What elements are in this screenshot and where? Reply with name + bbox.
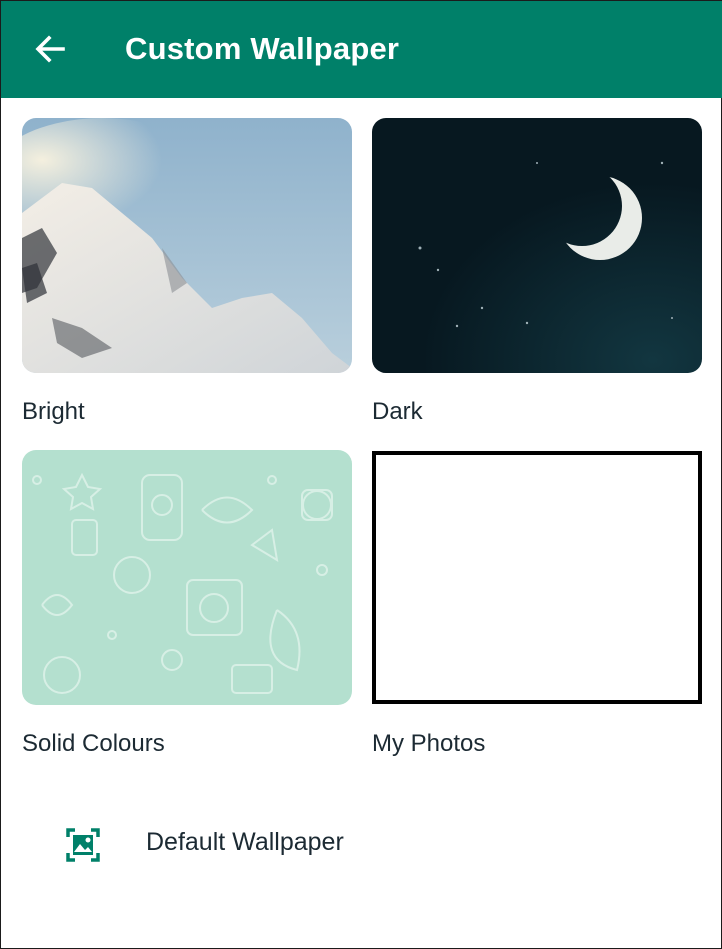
dark-wallpaper-thumbnail bbox=[372, 118, 702, 373]
screen-frame: Custom Wallpaper Bright Dark Solid Colou… bbox=[0, 0, 722, 949]
solid-colours-pattern-thumbnail bbox=[22, 450, 352, 705]
default-wallpaper-label: Default Wallpaper bbox=[146, 828, 344, 856]
bright-wallpaper-thumbnail bbox=[22, 118, 352, 373]
wallpaper-tile-solid-colours[interactable] bbox=[22, 450, 352, 705]
label-solid-colours: Solid Colours bbox=[22, 730, 165, 757]
page-title: Custom Wallpaper bbox=[125, 31, 400, 66]
label-bright: Bright bbox=[22, 398, 85, 425]
label-my-photos: My Photos bbox=[372, 730, 486, 757]
default-wallpaper-row[interactable]: Default Wallpaper bbox=[1, 801, 722, 889]
wallpaper-tile-bright[interactable] bbox=[22, 118, 352, 373]
arrow-left-icon bbox=[35, 35, 65, 63]
label-dark: Dark bbox=[372, 398, 423, 425]
back-button[interactable] bbox=[29, 29, 69, 69]
wallpaper-tile-my-photos[interactable] bbox=[372, 451, 702, 704]
app-bar: Custom Wallpaper bbox=[1, 1, 722, 98]
image-frame-icon bbox=[66, 828, 100, 862]
wallpaper-tile-dark[interactable] bbox=[372, 118, 702, 373]
